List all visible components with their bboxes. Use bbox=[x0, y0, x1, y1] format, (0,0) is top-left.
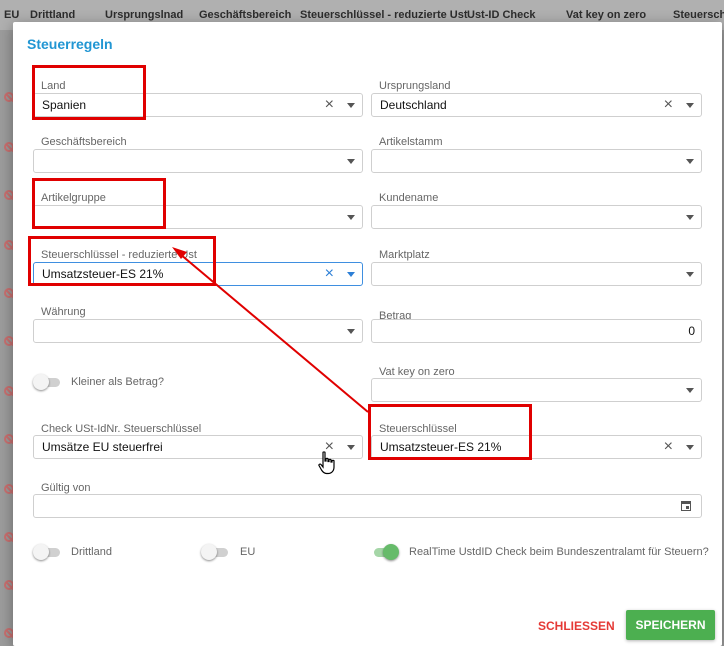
kleiner-als-betrag-label: Kleiner als Betrag? bbox=[71, 376, 164, 388]
clear-icon[interactable]: × bbox=[664, 438, 673, 456]
column-header-drittland: Drittland bbox=[30, 9, 76, 21]
chevron-down-icon[interactable] bbox=[686, 272, 694, 277]
column-header-eu: EU bbox=[4, 9, 20, 21]
eu-toggle[interactable] bbox=[201, 544, 229, 560]
steuerschluessel-select[interactable]: Umsatzsteuer-ES 21% × bbox=[371, 435, 702, 459]
chevron-down-icon[interactable] bbox=[686, 103, 694, 108]
kundename-select[interactable] bbox=[371, 205, 702, 229]
column-header-ursprungsland: Ursprungslnad bbox=[105, 9, 184, 21]
kleiner-als-betrag-toggle[interactable] bbox=[33, 374, 61, 390]
dialog-title: Steuerregeln bbox=[27, 36, 113, 52]
chevron-down-icon[interactable] bbox=[347, 215, 355, 220]
geschaeftsbereich-select[interactable] bbox=[33, 149, 363, 173]
land-select[interactable]: Spanien × bbox=[33, 93, 363, 117]
column-header-ustid-check: Ust-ID Check bbox=[467, 9, 536, 21]
chevron-down-icon[interactable] bbox=[686, 445, 694, 450]
land-label: Land bbox=[41, 80, 66, 92]
artikelstamm-label: Artikelstamm bbox=[379, 136, 443, 148]
waehrung-label: Währung bbox=[41, 306, 86, 318]
chevron-down-icon[interactable] bbox=[686, 388, 694, 393]
waehrung-select[interactable] bbox=[33, 319, 363, 343]
betrag-value: 0 bbox=[688, 324, 695, 338]
geschaeftsbereich-label: Geschäftsbereich bbox=[41, 136, 127, 148]
tax-rules-dialog: Steuerregeln Land Spanien × Ursprungslan… bbox=[13, 22, 722, 646]
calendar-icon[interactable] bbox=[681, 501, 691, 511]
gueltig-von-date-input[interactable] bbox=[33, 494, 702, 518]
toggle-thumb bbox=[33, 374, 49, 390]
chevron-down-icon[interactable] bbox=[347, 329, 355, 334]
column-header-vat-key-on-zero: Vat key on zero bbox=[566, 9, 647, 21]
land-value: Spanien bbox=[42, 98, 87, 112]
steuerschluessel-reduziert-label: Steuerschlüssel - reduzierte Ust bbox=[41, 249, 197, 261]
eu-label: EU bbox=[240, 546, 256, 558]
realtime-check-label: RealTime UstdID Check beim Bundeszentral… bbox=[409, 546, 709, 558]
clear-icon[interactable]: × bbox=[325, 96, 334, 114]
column-header-steuerschluessel-reduziert: Steuerschlüssel - reduzierte Ust bbox=[300, 9, 468, 21]
drittland-toggle[interactable] bbox=[33, 544, 61, 560]
close-button[interactable]: SCHLIESSEN bbox=[538, 619, 615, 633]
drittland-label: Drittland bbox=[71, 546, 112, 558]
ursprungsland-label: Ursprungsland bbox=[379, 80, 451, 92]
marktplatz-select[interactable] bbox=[371, 262, 702, 286]
column-header-steuerschluessel: Steuerschl bbox=[673, 9, 724, 21]
toggle-thumb bbox=[33, 544, 49, 560]
column-header-geschaeftsbereich: Geschäftsbereich bbox=[199, 9, 292, 21]
marktplatz-label: Marktplatz bbox=[379, 249, 430, 261]
ursprungsland-select[interactable]: Deutschland × bbox=[371, 93, 702, 117]
check-ustid-select[interactable]: Umsätze EU steuerfrei × bbox=[33, 435, 363, 459]
clear-icon[interactable]: × bbox=[325, 265, 334, 283]
chevron-down-icon[interactable] bbox=[347, 445, 355, 450]
background-row-icons bbox=[0, 30, 14, 646]
ursprungsland-value: Deutschland bbox=[380, 98, 447, 112]
artikelstamm-select[interactable] bbox=[371, 149, 702, 173]
toggle-thumb bbox=[201, 544, 217, 560]
vat-key-on-zero-select[interactable] bbox=[371, 378, 702, 402]
artikelgruppe-label: Artikelgruppe bbox=[41, 192, 106, 204]
kundename-label: Kundename bbox=[379, 192, 439, 204]
vat-key-on-zero-label: Vat key on zero bbox=[379, 366, 455, 378]
steuerschluessel-reduziert-value: Umsatzsteuer-ES 21% bbox=[42, 267, 164, 281]
gueltig-von-label: Gültig von bbox=[41, 482, 91, 494]
hand-pointer-icon bbox=[318, 451, 335, 475]
save-button[interactable]: SPEICHERN bbox=[626, 610, 715, 640]
chevron-down-icon[interactable] bbox=[347, 103, 355, 108]
steuerschluessel-reduziert-select[interactable]: Umsatzsteuer-ES 21% × bbox=[33, 262, 363, 286]
steuerschluessel-label: Steuerschlüssel bbox=[379, 423, 457, 435]
check-ustid-label: Check USt-IdNr. Steuerschlüssel bbox=[41, 423, 202, 435]
clear-icon[interactable]: × bbox=[664, 96, 673, 114]
check-ustid-value: Umsätze EU steuerfrei bbox=[42, 440, 163, 454]
chevron-down-icon[interactable] bbox=[347, 272, 355, 277]
chevron-down-icon[interactable] bbox=[686, 215, 694, 220]
artikelgruppe-select[interactable] bbox=[33, 205, 363, 229]
realtime-check-toggle[interactable] bbox=[371, 544, 399, 560]
chevron-down-icon[interactable] bbox=[686, 159, 694, 164]
toggle-thumb bbox=[383, 544, 399, 560]
steuerschluessel-value: Umsatzsteuer-ES 21% bbox=[380, 440, 502, 454]
chevron-down-icon[interactable] bbox=[347, 159, 355, 164]
betrag-input[interactable]: 0 bbox=[371, 319, 702, 343]
